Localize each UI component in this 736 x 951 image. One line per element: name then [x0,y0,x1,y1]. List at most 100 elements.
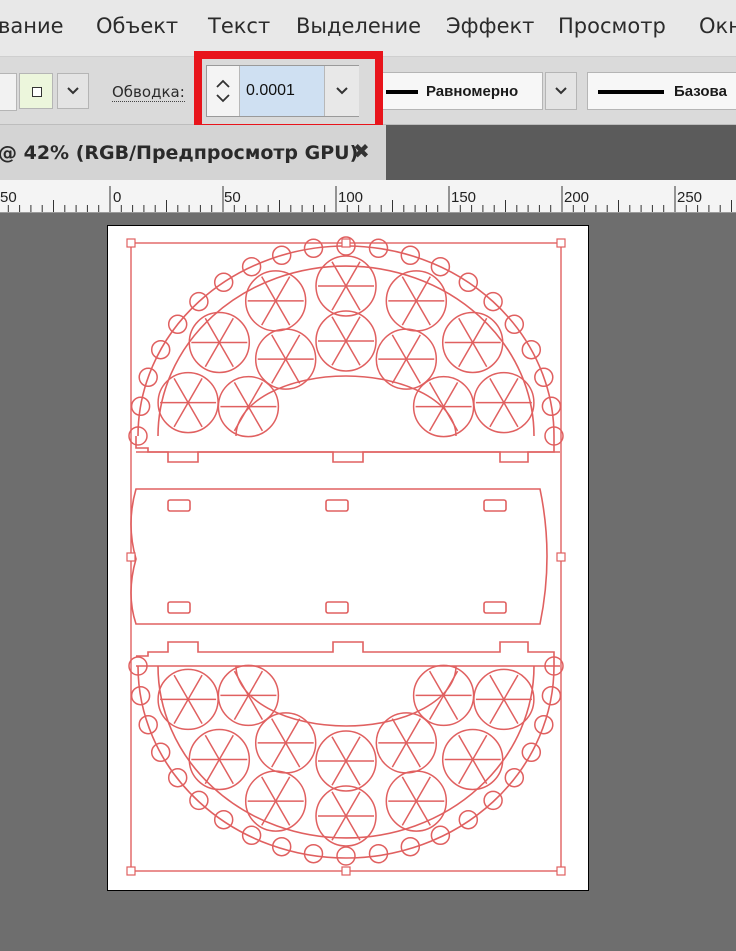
rosette-spoke [428,695,445,720]
ruler-label: 100 [338,189,364,206]
rosette-spoke [285,718,301,744]
rosette-spoke [275,276,291,302]
lace-artwork[interactable] [108,226,590,892]
stroke-swatch[interactable] [19,73,53,109]
stroke-color-dropdown[interactable] [57,73,89,109]
rosette-spoke [401,800,417,826]
chevron-down-icon [336,87,348,95]
chevron-down-icon [67,87,79,95]
rosette-spoke [261,300,277,326]
stroke-weight-input[interactable] [240,66,324,116]
ruler-label: 0 [113,189,122,206]
rosette-spoke [218,342,234,368]
scallop [303,843,324,864]
rosette-spoke [415,776,431,802]
profile-dropdown-button[interactable] [545,72,577,110]
rosette-spoke [391,742,407,768]
menu-item-view[interactable]: Просмотр [558,14,666,38]
rosette-spoke [285,742,301,768]
spinner-down-icon[interactable] [215,93,231,103]
menu-bar: вание Объект Текст Выделение Эффект Прос… [0,0,736,57]
rosette-spoke [489,674,505,700]
selection-handle [556,552,566,562]
rosette-spoke [271,334,287,360]
rosette-spoke [472,317,488,343]
rosette-spoke [247,695,264,720]
rosette-spoke [204,759,220,785]
rosette-spoke [187,378,203,403]
rosette-spoke [442,382,459,407]
rosette-spoke [218,317,234,343]
menu-item-window-arrange[interactable]: вание [0,14,64,38]
ruler-label: 250 [677,189,703,206]
selection-handle [341,866,351,876]
scallop [368,843,389,864]
document-tab-bar: @ 42% (RGB/Предпросмотр GPU) ✖ [0,125,736,180]
stroke-weight-dropdown[interactable] [324,66,359,116]
variable-width-profile[interactable]: Равномерно [381,72,543,110]
selection-handle [126,238,136,248]
rosette-spoke [472,759,488,785]
slot [167,601,191,614]
rosette-spoke [391,334,407,360]
rosette-spoke [428,670,445,696]
rosette-spoke [218,759,234,785]
rosette-spoke [173,378,189,403]
rosette-spoke [271,358,287,384]
rosette-spoke [331,815,347,841]
rosette-spoke [345,815,361,841]
rosette-spoke [405,742,421,768]
rosette-spoke [173,402,189,428]
horizontal-ruler[interactable]: 50 0 50 100 150 200 250 [0,180,736,213]
rosette-spoke [285,358,301,384]
rosette-spoke [489,402,505,428]
ruler-label: 50 [0,189,17,206]
rosette-spoke [187,402,203,428]
rosette-spoke [173,699,189,724]
artboard[interactable] [107,225,589,891]
menu-item-window[interactable]: Окн [699,14,736,38]
slot [483,601,507,614]
rosette-spoke [173,674,189,700]
slot [483,499,507,512]
rosette-spoke [285,334,301,360]
rosette-spoke [275,800,291,826]
menu-item-object[interactable]: Объект [96,14,178,38]
stroke-weight-spinner[interactable] [207,66,240,116]
rosette-spoke [503,674,519,700]
stroke-label[interactable]: Обводка: [112,83,185,102]
rosette-spoke [233,695,250,720]
rosette-spoke [489,699,505,724]
rosette-spoke [415,300,431,326]
ruler-ticks [7,186,732,212]
rosette-spoke [401,776,417,802]
selection-handle [126,866,136,876]
scallop [241,825,262,846]
menu-item-select[interactable]: Выделение [296,14,421,38]
rosette-spoke [458,317,474,343]
selection-handle [556,238,566,248]
ruler-label: 50 [224,189,241,206]
brush-line-preview [598,90,664,94]
menu-item-effect[interactable]: Эффект [446,14,534,38]
fill-swatch[interactable] [0,73,17,111]
close-icon[interactable]: ✖ [353,139,370,163]
spinner-up-icon[interactable] [215,79,231,89]
scallop [483,790,503,811]
rosette-spoke [458,342,474,368]
profile-line-preview [386,90,418,94]
profile-label: Равномерно [426,83,519,100]
brush-definition[interactable]: Базова [587,72,736,110]
selection-handle [341,238,351,248]
top-base-strip [135,436,555,463]
rosette-spoke [415,800,431,826]
rosette-spoke [275,776,291,802]
menu-item-text[interactable]: Текст [208,14,270,38]
rosette-spoke [503,378,519,403]
scallop [336,846,356,866]
slot [325,601,349,614]
document-tab-title: @ 42% (RGB/Предпросмотр GPU) [0,142,359,164]
document-tab[interactable]: @ 42% (RGB/Предпросмотр GPU) ✖ [0,125,386,180]
slot [325,499,349,512]
ruler-label: 200 [564,189,590,206]
